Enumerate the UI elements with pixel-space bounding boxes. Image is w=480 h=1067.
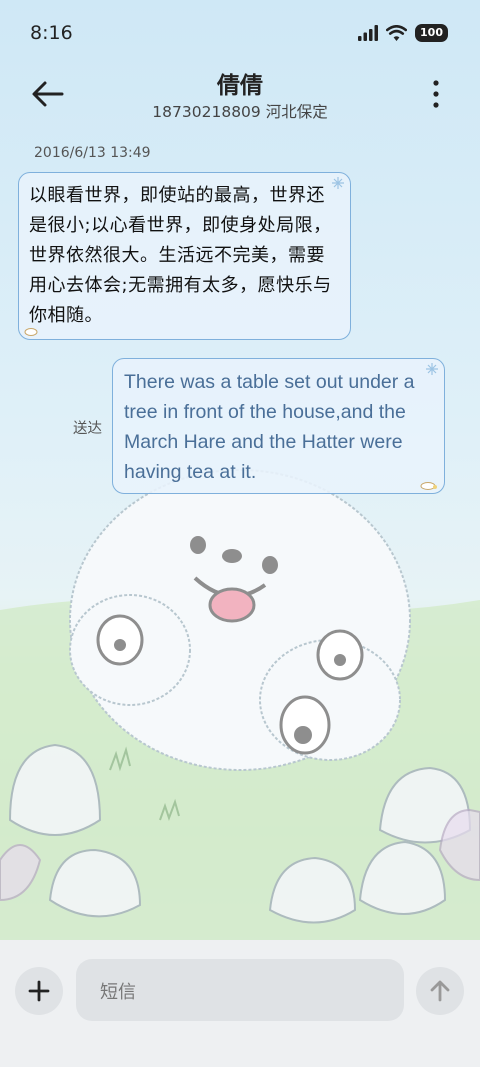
wifi-icon <box>386 25 408 41</box>
incoming-message-bubble[interactable]: 以眼看世界，即使站的最高，世界还是很小;以心看世界，即使身处局限，世界依然很大。… <box>18 172 351 340</box>
send-arrow-icon <box>430 980 450 1002</box>
outgoing-message-bubble[interactable]: There was a table set out under a tree i… <box>112 358 445 494</box>
signal-icon <box>358 25 379 41</box>
more-options-button[interactable] <box>428 78 444 110</box>
send-button[interactable] <box>416 967 464 1015</box>
outgoing-message-text: There was a table set out under a tree i… <box>124 371 415 483</box>
status-time: 8:16 <box>30 22 73 44</box>
snowflake-sticker-icon <box>426 363 438 375</box>
sms-input-placeholder: 短信 <box>100 982 136 1003</box>
contact-name[interactable]: 倩倩 <box>0 66 480 100</box>
message-timestamp: 2016/6/13 13:49 <box>34 145 151 161</box>
battery-icon: 100 <box>415 24 448 42</box>
snowflake-sticker-icon <box>332 177 344 189</box>
cloud-sticker-icon <box>420 482 437 490</box>
cloud-sticker-icon <box>24 328 38 336</box>
plus-icon <box>28 980 50 1002</box>
contact-phone-location: 18730218809 河北保定 <box>152 103 328 121</box>
message-composer: 短信 <box>0 940 480 1067</box>
conversation-header: 倩倩 18730218809 河北保定 <box>0 62 480 132</box>
incoming-message-text: 以眼看世界，即使站的最高，世界还是很小;以心看世界，即使身处局限，世界依然很大。… <box>29 185 332 326</box>
more-vertical-icon <box>433 80 439 108</box>
sms-input-field[interactable]: 短信 <box>76 959 404 1021</box>
status-bar: 8:16 100 <box>0 0 480 68</box>
delivered-status: 送达 <box>73 421 102 437</box>
add-attachment-button[interactable] <box>15 967 63 1015</box>
status-icons: 100 <box>358 24 448 42</box>
